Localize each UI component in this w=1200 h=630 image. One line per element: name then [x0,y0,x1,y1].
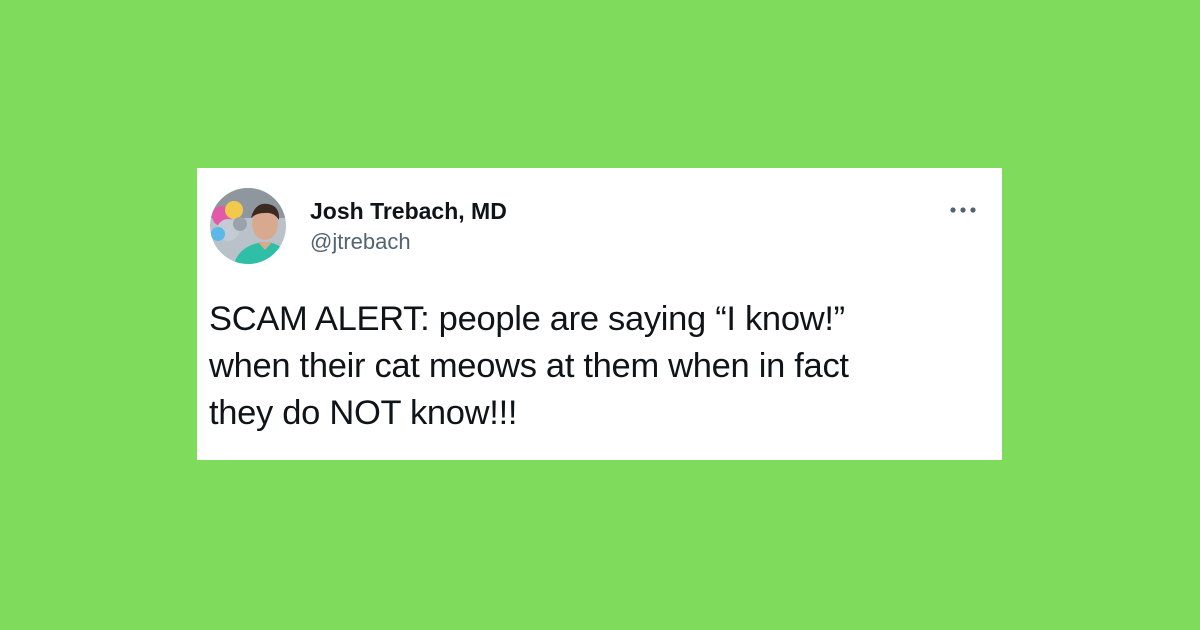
ellipsis-icon [950,207,976,213]
tweet-card[interactable]: Josh Trebach, MD @jtrebach SCAM ALERT: p… [197,168,1002,460]
page-background: Josh Trebach, MD @jtrebach SCAM ALERT: p… [0,0,1200,630]
tweet-text-line: they do NOT know!!! [209,394,518,432]
more-options-button[interactable] [944,196,982,224]
tweet-text-line: when their cat meows at them when in fac… [209,347,849,385]
profile-photo-icon [210,188,286,264]
tweet-text: SCAM ALERT: people are saying “I know!” … [209,296,969,437]
author-handle[interactable]: @jtrebach [310,228,411,256]
author-display-name[interactable]: Josh Trebach, MD [310,197,507,225]
avatar[interactable] [210,188,286,264]
tweet-text-line: SCAM ALERT: people are saying “I know!” [209,300,845,338]
